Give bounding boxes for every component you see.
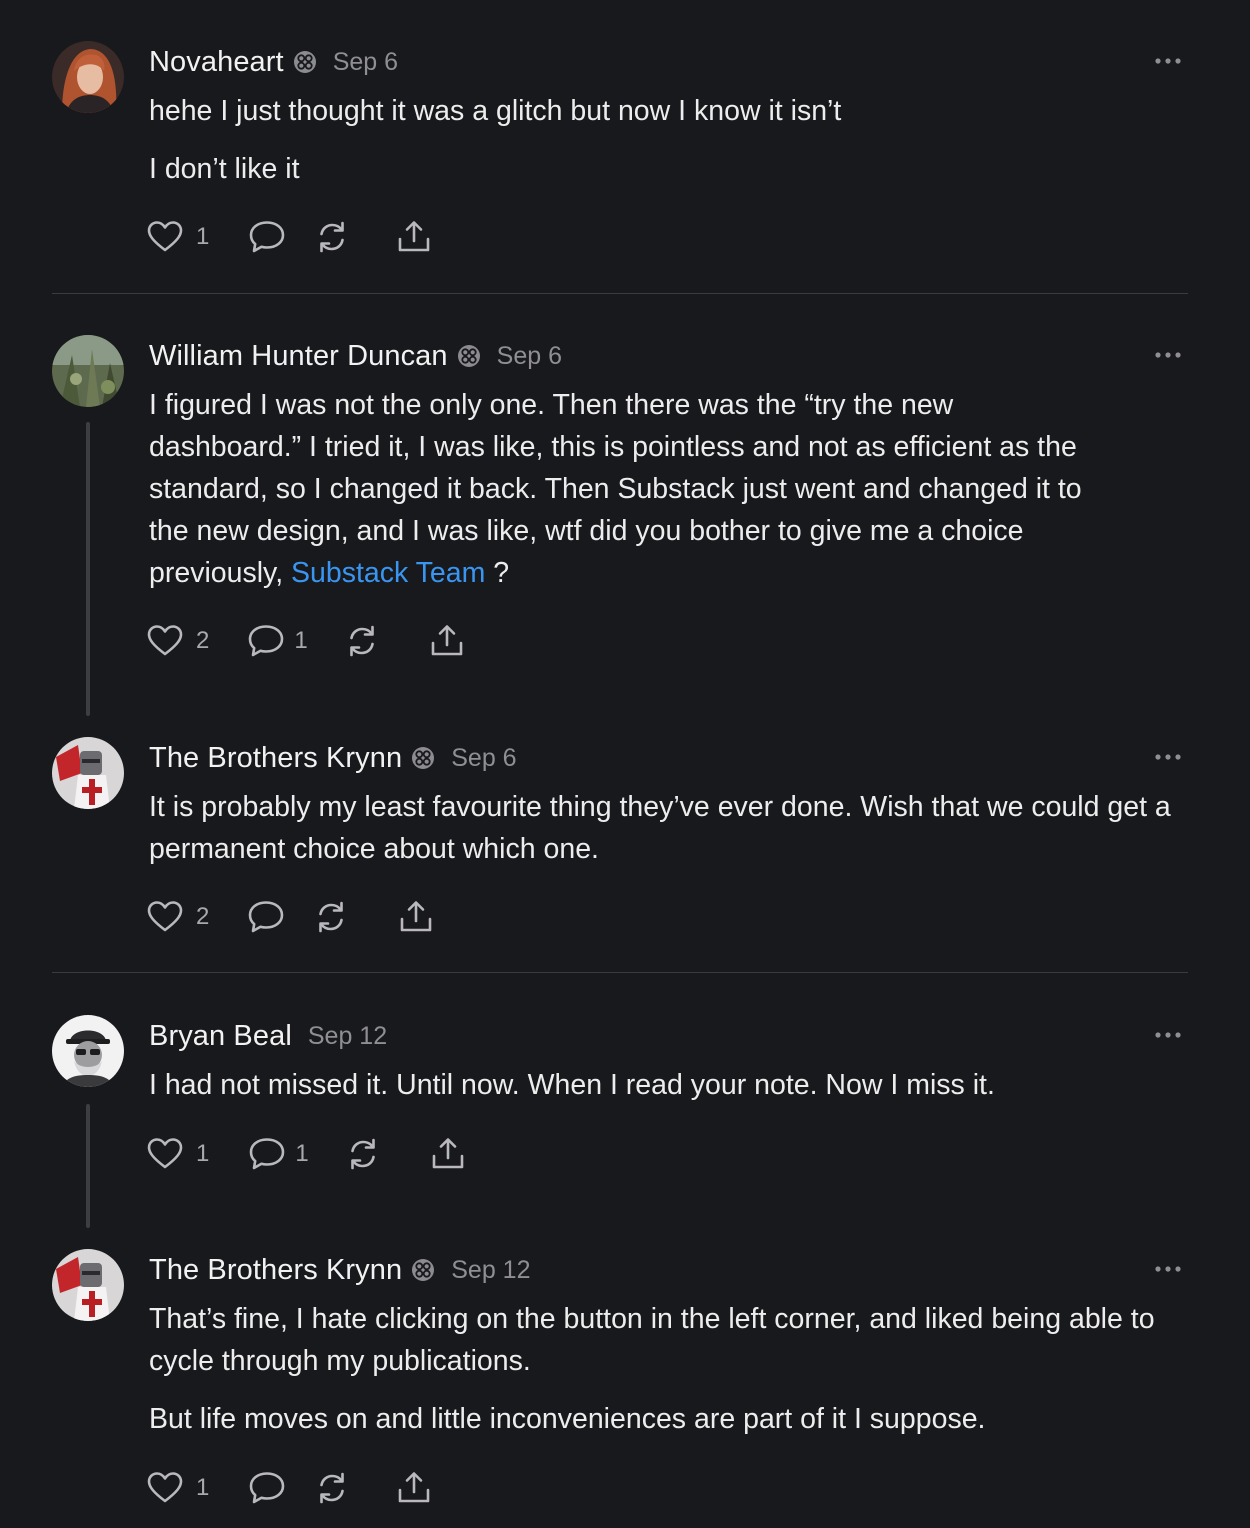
like-button[interactable]: 2: [147, 621, 209, 661]
heart-icon: [147, 623, 183, 659]
share-icon: [429, 623, 465, 659]
comment-paragraph: I figured I was not the only one. Then t…: [149, 384, 1194, 594]
like-count: 1: [196, 1140, 210, 1167]
comment-line: previously,: [149, 557, 284, 589]
reply-button[interactable]: 1: [248, 1134, 309, 1174]
share-button[interactable]: [430, 1134, 466, 1174]
comment-icon: [248, 1470, 286, 1506]
author-name[interactable]: The Brothers Krynn: [149, 742, 402, 775]
divider: [52, 972, 1188, 973]
like-button[interactable]: 1: [147, 1468, 209, 1508]
avatar[interactable]: [52, 1015, 124, 1087]
verified-badge-icon: [411, 746, 435, 770]
like-count: 1: [196, 1474, 210, 1501]
thread-line: [86, 1104, 90, 1228]
comment-paragraph: But life moves on and little inconvenien…: [149, 1403, 986, 1435]
heart-icon: [147, 899, 183, 935]
verified-badge-icon: [411, 1258, 435, 1282]
comment-body: I had not missed it. Until now. When I r…: [149, 1064, 1194, 1106]
restack-icon: [313, 899, 349, 935]
restack-icon: [344, 623, 380, 659]
comment-body: I figured I was not the only one. Then t…: [149, 384, 1194, 594]
avatar[interactable]: [52, 335, 124, 407]
reply-count: 1: [295, 1140, 309, 1167]
comment-body: It is probably my least favourite thing …: [149, 786, 1194, 870]
author-name[interactable]: The Brothers Krynn: [149, 1254, 402, 1287]
like-count: 2: [196, 627, 210, 654]
comment-date[interactable]: Sep 6: [497, 342, 562, 371]
restack-button[interactable]: [345, 1134, 381, 1174]
restack-icon: [314, 219, 350, 255]
comment-icon: [247, 623, 285, 659]
reply-button[interactable]: [248, 1468, 286, 1508]
restack-button[interactable]: [313, 897, 349, 937]
avatar[interactable]: [52, 737, 124, 809]
comment-line: ?: [493, 557, 510, 589]
restack-icon: [314, 1470, 350, 1506]
comment-body: hehe I just thought it was a glitch but …: [149, 90, 1194, 190]
comment-actions: 1: [147, 217, 432, 257]
comment-date[interactable]: Sep 6: [333, 48, 398, 77]
comment-body: That’s fine, I hate clicking on the butt…: [149, 1298, 1194, 1440]
share-button[interactable]: [396, 217, 432, 257]
comment-paragraph: I don’t like it: [149, 153, 300, 185]
avatar[interactable]: [52, 41, 124, 113]
avatar[interactable]: [52, 1249, 124, 1321]
comment-actions: 2 1: [147, 621, 465, 661]
heart-icon: [147, 1136, 183, 1172]
author-name[interactable]: William Hunter Duncan: [149, 340, 448, 373]
reply-button[interactable]: 1: [247, 621, 308, 661]
comment-actions: 1 1: [147, 1134, 466, 1174]
reply-button[interactable]: [247, 897, 285, 937]
restack-button[interactable]: [344, 621, 380, 661]
comment-paragraph: hehe I just thought it was a glitch but …: [149, 95, 842, 127]
comment-actions: 1: [147, 1468, 432, 1508]
share-icon: [396, 1470, 432, 1506]
author-name[interactable]: Bryan Beal: [149, 1020, 292, 1053]
divider: [52, 293, 1188, 294]
author-name[interactable]: Novaheart: [149, 46, 284, 79]
share-icon: [430, 1136, 466, 1172]
reply-count: 1: [294, 627, 308, 654]
like-button[interactable]: 1: [147, 1134, 209, 1174]
more-icon[interactable]: [1150, 1020, 1186, 1050]
comment-line: standard, so I changed it back. Then Sub…: [149, 473, 1082, 505]
mention-link[interactable]: Substack Team: [291, 557, 485, 589]
like-count: 1: [196, 223, 210, 250]
comment-actions: 2: [147, 897, 434, 937]
share-icon: [396, 219, 432, 255]
comment-line: dashboard.” I tried it, I was like, this…: [149, 431, 1077, 463]
comment-line: the new design, and I was like, wtf did …: [149, 515, 1024, 547]
like-button[interactable]: 2: [147, 897, 209, 937]
share-button[interactable]: [398, 897, 434, 937]
comment-paragraph: That’s fine, I hate clicking on the butt…: [149, 1303, 1155, 1377]
comment-date[interactable]: Sep 12: [451, 1256, 530, 1285]
heart-icon: [147, 1470, 183, 1506]
more-icon[interactable]: [1150, 340, 1186, 370]
share-button[interactable]: [396, 1468, 432, 1508]
verified-badge-icon: [293, 50, 317, 74]
more-icon[interactable]: [1150, 742, 1186, 772]
restack-button[interactable]: [314, 217, 350, 257]
heart-icon: [147, 219, 183, 255]
comment-date[interactable]: Sep 12: [308, 1022, 387, 1051]
restack-icon: [345, 1136, 381, 1172]
share-button[interactable]: [429, 621, 465, 661]
comment-paragraph: It is probably my least favourite thing …: [149, 791, 1171, 865]
comment-icon: [247, 899, 285, 935]
comment-paragraph: I had not missed it. Until now. When I r…: [149, 1069, 995, 1101]
comment-icon: [248, 1136, 286, 1172]
thread-line: [86, 422, 90, 716]
comment-date[interactable]: Sep 6: [451, 744, 516, 773]
reply-button[interactable]: [248, 217, 286, 257]
verified-badge-icon: [457, 344, 481, 368]
comment-icon: [248, 219, 286, 255]
more-icon[interactable]: [1150, 1254, 1186, 1284]
like-count: 2: [196, 903, 210, 930]
more-icon[interactable]: [1150, 46, 1186, 76]
like-button[interactable]: 1: [147, 217, 209, 257]
restack-button[interactable]: [314, 1468, 350, 1508]
share-icon: [398, 899, 434, 935]
comment-line: I figured I was not the only one. Then t…: [149, 389, 954, 421]
